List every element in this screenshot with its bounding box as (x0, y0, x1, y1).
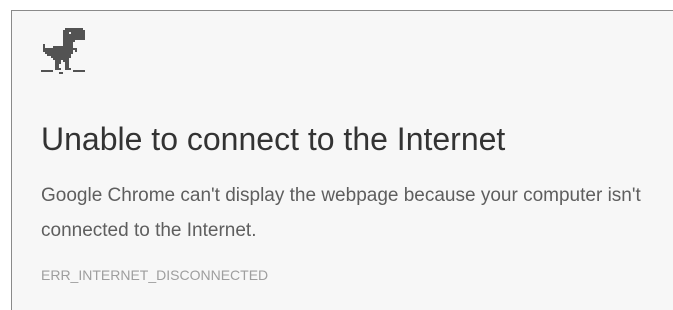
error-title: Unable to connect to the Internet (41, 121, 506, 157)
error-page-container: Unable to connect to the Internet Google… (11, 10, 673, 310)
error-code: ERR_INTERNET_DISCONNECTED (41, 267, 269, 283)
offline-dino-icon (41, 28, 85, 74)
error-message: Google Chrome can't display the webpage … (41, 185, 641, 241)
